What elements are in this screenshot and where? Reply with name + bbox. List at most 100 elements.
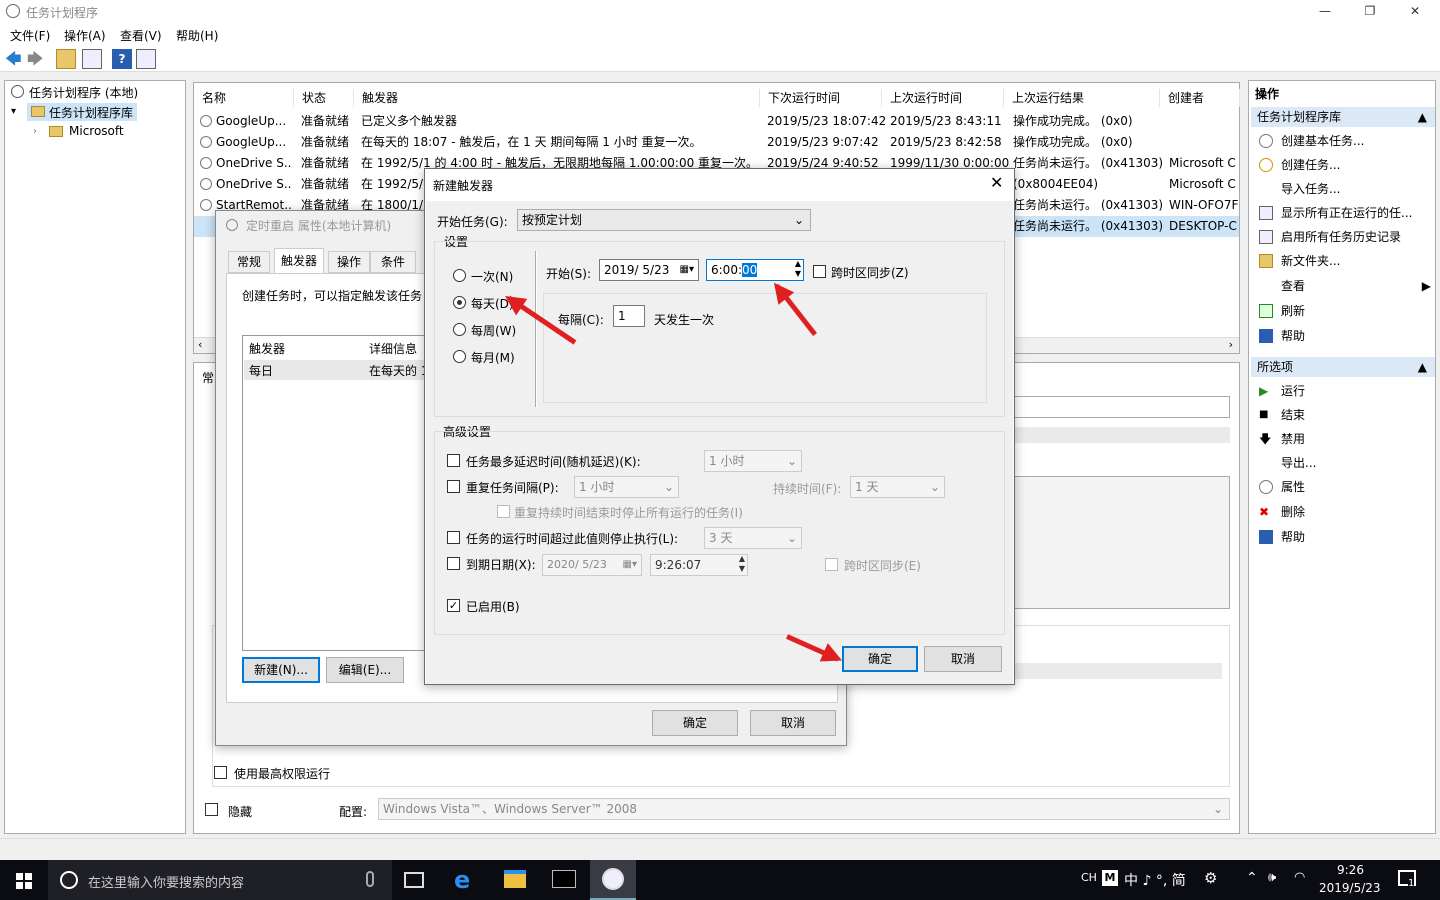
- help-icon[interactable]: ?: [112, 49, 132, 69]
- delay-dropdown[interactable]: 1 小时 ⌄: [704, 450, 802, 472]
- close-icon[interactable]: ✕: [990, 173, 1003, 192]
- action-enable-history[interactable]: 启用所有任务历史记录: [1253, 225, 1433, 249]
- action-create-basic-task[interactable]: 创建基本任务...: [1253, 129, 1433, 153]
- expire-checkbox[interactable]: [447, 557, 460, 570]
- interval-input[interactable]: 1: [613, 305, 645, 327]
- volume-icon[interactable]: 🕪: [1268, 870, 1276, 885]
- action-pane-icon[interactable]: [136, 49, 156, 69]
- tree-library[interactable]: 任务计划程序库: [49, 104, 133, 121]
- action-end[interactable]: ■ 结束: [1253, 403, 1433, 427]
- repeat-checkbox[interactable]: [447, 480, 460, 493]
- ime-indicator[interactable]: CH: [1081, 871, 1097, 884]
- action-view[interactable]: 查看 ▶: [1253, 274, 1433, 298]
- start-button[interactable]: [0, 860, 48, 900]
- tab-conditions[interactable]: 条件: [370, 251, 416, 273]
- network-icon[interactable]: ◠: [1294, 870, 1305, 885]
- radio-weekly[interactable]: [453, 323, 466, 336]
- repeat-dropdown[interactable]: 1 小时 ⌄: [574, 476, 679, 498]
- clock-date[interactable]: 2019/5/23: [1319, 881, 1381, 895]
- radio-monthly[interactable]: [453, 350, 466, 363]
- new-trigger-button[interactable]: 新建(N)...: [242, 657, 320, 683]
- tab-general[interactable]: 常规: [228, 251, 270, 273]
- duration-dropdown[interactable]: 1 天 ⌄: [850, 476, 945, 498]
- col-name[interactable]: 名称: [194, 89, 294, 107]
- props-cancel-button[interactable]: 取消: [750, 710, 836, 736]
- cmd-icon[interactable]: [552, 870, 576, 888]
- stop-long-dropdown[interactable]: 3 天 ⌄: [704, 527, 802, 549]
- enabled-checkbox[interactable]: ✓: [447, 599, 460, 612]
- table-row[interactable]: GoogleUp... 准备就绪 在每天的 18:07 - 触发后，在 1 天 …: [194, 132, 1239, 153]
- stop-repeat-checkbox[interactable]: [497, 505, 510, 518]
- edge-icon[interactable]: e: [454, 866, 470, 894]
- action-create-task[interactable]: 创建任务...: [1253, 153, 1433, 177]
- action-refresh[interactable]: 刷新: [1253, 299, 1433, 323]
- props-ok-button[interactable]: 确定: [652, 710, 738, 736]
- col-last[interactable]: 上次运行时间: [882, 89, 1004, 107]
- chevron-up-icon[interactable]: ⌃: [1246, 870, 1258, 886]
- col-trigger[interactable]: 触发器: [354, 89, 760, 107]
- menu-view[interactable]: 查看(V): [120, 27, 162, 44]
- expire-sync-checkbox[interactable]: [825, 558, 838, 571]
- scroll-right-icon[interactable]: ›: [1229, 338, 1233, 351]
- tab-actions[interactable]: 操作: [328, 251, 370, 273]
- sync-timezone-checkbox[interactable]: [813, 265, 826, 278]
- highest-privileges-checkbox[interactable]: [214, 766, 227, 779]
- action-disable[interactable]: 🡇 禁用: [1253, 427, 1433, 451]
- col-next[interactable]: 下次运行时间: [760, 89, 882, 107]
- scroll-left-icon[interactable]: ‹: [198, 338, 202, 351]
- expand-icon[interactable]: ▾: [11, 106, 16, 117]
- up-folder-icon[interactable]: [56, 49, 76, 69]
- task-view-icon[interactable]: [404, 872, 424, 888]
- action-import-task[interactable]: 导入任务...: [1253, 177, 1433, 201]
- expire-date-picker[interactable]: 2020/ 5/23 ▦▾: [542, 554, 642, 576]
- action-properties[interactable]: 属性: [1253, 475, 1433, 499]
- search-box[interactable]: 在这里输入你要搜索的内容: [48, 860, 392, 900]
- col-status[interactable]: 状态: [294, 89, 354, 107]
- radio-daily[interactable]: [453, 296, 466, 309]
- action-show-running[interactable]: 显示所有正在运行的任...: [1253, 201, 1433, 225]
- edit-trigger-button[interactable]: 编辑(E)...: [326, 657, 404, 683]
- action-help-selected[interactable]: 帮助: [1253, 525, 1433, 549]
- delay-checkbox[interactable]: [447, 454, 460, 467]
- minimize-button[interactable]: —: [1310, 0, 1340, 24]
- console-tree-icon[interactable]: [82, 49, 102, 69]
- menu-file[interactable]: 文件(F): [10, 27, 50, 44]
- tree-microsoft[interactable]: Microsoft: [69, 124, 124, 138]
- action-export[interactable]: 导出...: [1253, 451, 1433, 475]
- menu-action[interactable]: 操作(A): [64, 27, 106, 44]
- actions-group-selected[interactable]: 所选项 ▲: [1251, 357, 1435, 377]
- actions-group-library[interactable]: 任务计划程序库 ▲: [1251, 107, 1435, 127]
- back-icon[interactable]: 🡄: [4, 49, 24, 69]
- config-dropdown[interactable]: Windows Vista™、Windows Server™ 2008 ⌄: [378, 798, 1230, 820]
- gear-icon[interactable]: ⚙: [1204, 869, 1217, 887]
- task-scheduler-taskbar-icon[interactable]: [590, 860, 636, 900]
- action-help[interactable]: 帮助: [1253, 324, 1433, 348]
- file-explorer-icon[interactable]: [504, 870, 526, 888]
- trigger-ok-button[interactable]: 确定: [842, 646, 918, 672]
- stop-long-checkbox[interactable]: [447, 531, 460, 544]
- radio-once[interactable]: [453, 269, 466, 282]
- tree-root[interactable]: 任务计划程序 (本地): [29, 84, 138, 101]
- close-button[interactable]: ✕: [1400, 0, 1430, 24]
- table-row[interactable]: GoogleUp... 准备就绪 已定义多个触发器 2019/5/23 18:0…: [194, 111, 1239, 132]
- ime-mode-icon[interactable]: M: [1102, 870, 1118, 886]
- bg-tab-general[interactable]: 常: [202, 369, 214, 386]
- expire-time-spinner[interactable]: 9:26:07 ▲ ▼: [650, 554, 748, 576]
- forward-icon[interactable]: 🡆: [26, 49, 46, 69]
- clock-time[interactable]: 9:26: [1337, 863, 1364, 877]
- col-result[interactable]: 上次运行结果: [1004, 89, 1160, 107]
- trigger-cancel-button[interactable]: 取消: [924, 646, 1002, 672]
- tab-triggers[interactable]: 触发器: [274, 248, 324, 274]
- action-run[interactable]: ▶ 运行: [1253, 379, 1433, 403]
- start-time-spinner[interactable]: 6:00:00 ▲ ▼: [706, 259, 804, 281]
- col-author[interactable]: 创建者: [1160, 89, 1240, 107]
- ime-tray[interactable]: 中 ♪ °, 简: [1124, 870, 1186, 890]
- trigger-list[interactable]: 触发器 详细信息 每日 在每天的 1: [242, 335, 428, 651]
- start-date-picker[interactable]: 2019/ 5/23 ▦▾: [599, 259, 699, 281]
- restore-button[interactable]: ❐: [1355, 0, 1385, 24]
- hidden-checkbox[interactable]: [205, 803, 218, 816]
- begin-task-dropdown[interactable]: 按预定计划 ⌄: [517, 209, 811, 231]
- action-delete[interactable]: ✖ 删除: [1253, 500, 1433, 524]
- action-new-folder[interactable]: 新文件夹...: [1253, 249, 1433, 273]
- collapse-icon[interactable]: ›: [33, 126, 37, 137]
